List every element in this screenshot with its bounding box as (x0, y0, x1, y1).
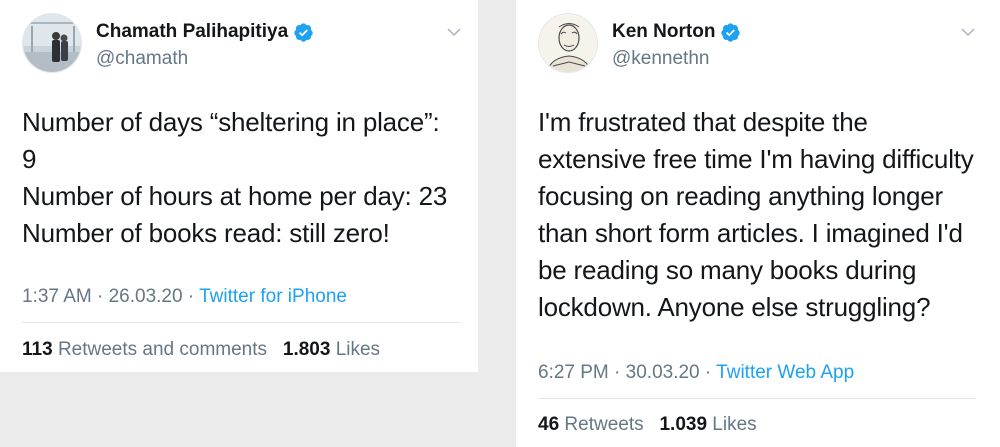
tweet-card: Chamath Palihapitiya @chamath Number of … (0, 0, 478, 372)
tweet-date[interactable]: 26.03.20 (109, 286, 183, 307)
tweet-text-line: be reading so many books during (538, 255, 917, 285)
tweet-text-line: Number of days “sheltering in place”: (22, 107, 440, 137)
likes-stat[interactable]: 1.803 Likes (283, 339, 380, 360)
avatar[interactable] (538, 13, 598, 73)
author-handle[interactable]: @kennethn (612, 48, 709, 70)
retweets-label: Retweets and comments (57, 339, 268, 360)
tweet-text-line: focusing on reading anything longer (538, 181, 943, 211)
retweets-count: 113 (22, 339, 53, 360)
tweet-text-line: lockdown. Anyone else struggling? (538, 292, 931, 322)
author-name-row[interactable]: Chamath Palihapitiya (96, 21, 314, 43)
author-handle[interactable]: @chamath (96, 48, 188, 70)
tweet-meta: 1:37 AM · 26.03.20 · Twitter for iPhone (22, 286, 347, 308)
tweet-text: I'm frustrated that despite the extensiv… (538, 104, 974, 326)
meta-separator: · (187, 286, 200, 307)
tweet-text-line: I'm frustrated that despite the (538, 107, 868, 137)
avatar[interactable] (22, 13, 82, 73)
tweet-stats: 46 Retweets 1.039 Likes (538, 414, 757, 436)
tweet-time[interactable]: 1:37 AM (22, 286, 92, 307)
meta-separator: · (614, 362, 626, 383)
verified-badge-icon (293, 22, 314, 43)
divider (538, 398, 976, 399)
tweet-text-line: Number of hours at home per day: 23 (22, 181, 448, 211)
meta-separator: · (97, 286, 109, 307)
likes-label: Likes (335, 339, 381, 360)
retweets-stat[interactable]: 113 Retweets and comments (22, 339, 267, 360)
tweet-text: Number of days “sheltering in place”: 9 … (22, 104, 447, 252)
tweet-stats: 113 Retweets and comments 1.803 Likes (22, 339, 380, 361)
tweet-source-link[interactable]: Twitter for iPhone (199, 286, 347, 307)
tweet-meta: 6:27 PM · 30.03.20 · Twitter Web App (538, 362, 854, 384)
meta-separator: · (704, 362, 717, 383)
author-name[interactable]: Chamath Palihapitiya (96, 21, 288, 43)
tweet-source-link[interactable]: Twitter Web App (716, 362, 854, 383)
tweet-card: Ken Norton @kennethn I'm frustrated that… (516, 0, 1000, 447)
tweet-time[interactable]: 6:27 PM (538, 362, 609, 383)
tweet-text-line: Number of books read: still zero! (22, 218, 390, 248)
likes-count: 1.803 (282, 339, 331, 360)
likes-label: Likes (712, 414, 757, 435)
retweets-stat[interactable]: 46 Retweets (538, 414, 644, 435)
retweets-count: 46 (538, 414, 560, 435)
tweet-text-line: extensive free time I'm having difficult… (538, 144, 974, 174)
author-name-row[interactable]: Ken Norton (612, 21, 741, 43)
tweet-text-line: than short form articles. I imagined I'd (538, 218, 963, 248)
likes-stat[interactable]: 1.039 Likes (659, 414, 756, 435)
retweets-label: Retweets (564, 414, 644, 435)
likes-count: 1.039 (659, 414, 708, 435)
tweet-text-line: 9 (22, 144, 37, 174)
chevron-down-icon[interactable] (960, 24, 976, 40)
divider (22, 322, 460, 323)
chevron-down-icon[interactable] (446, 24, 462, 40)
verified-badge-icon (720, 22, 741, 43)
author-name[interactable]: Ken Norton (612, 21, 715, 43)
tweet-date[interactable]: 30.03.20 (626, 362, 700, 383)
